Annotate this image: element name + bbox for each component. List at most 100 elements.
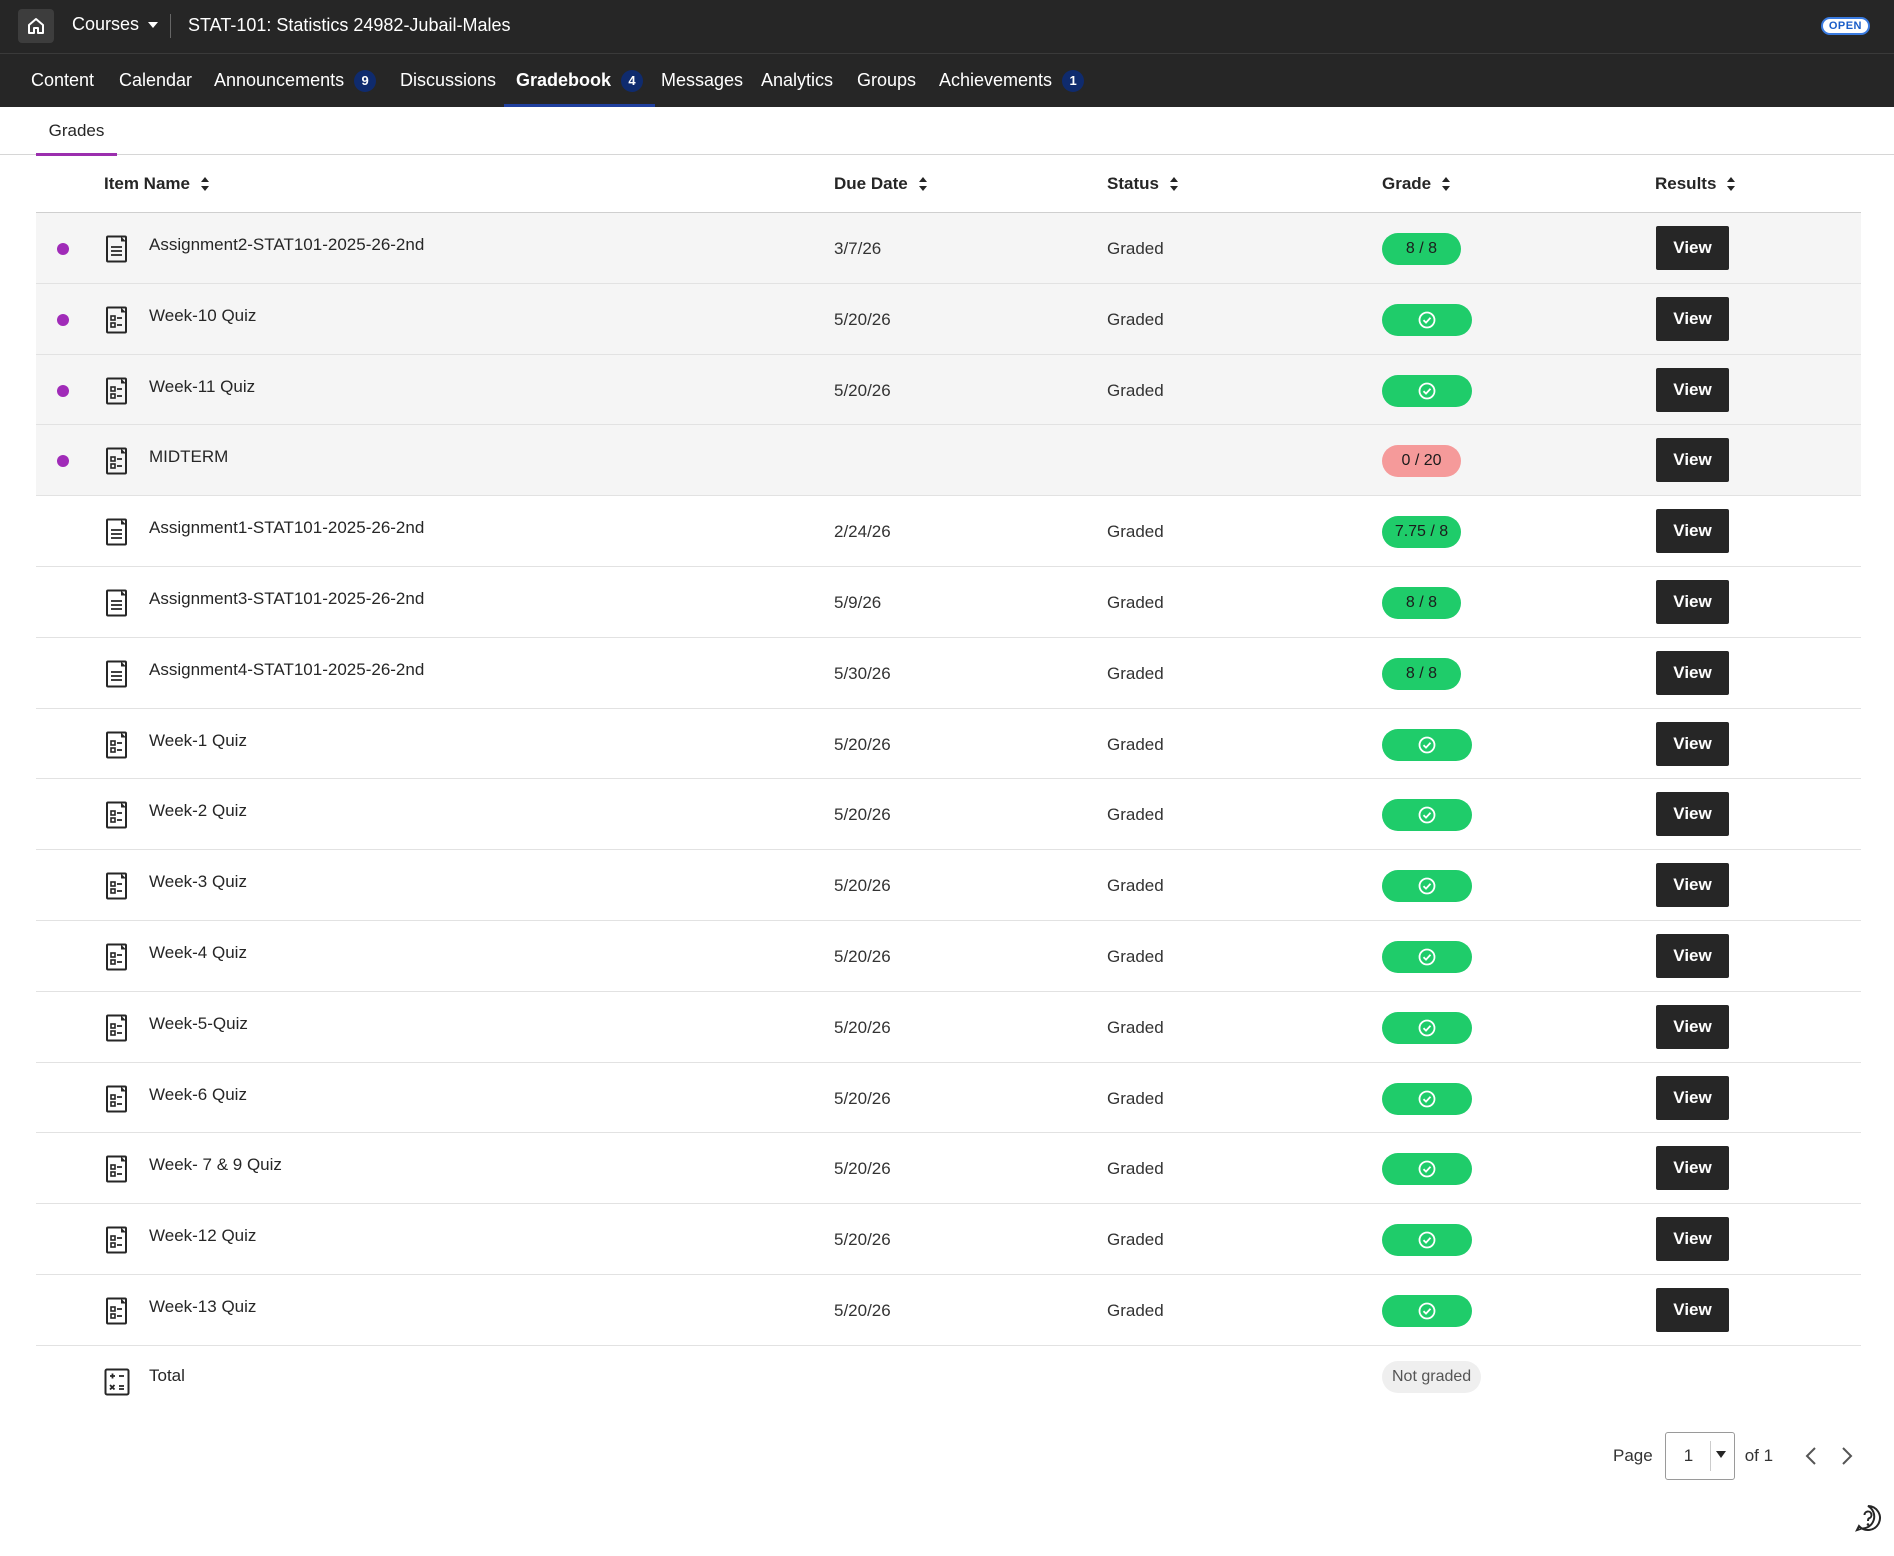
table-row: Week-11 Quiz 5/20/26 Graded View bbox=[36, 354, 1861, 426]
view-results-button[interactable]: View bbox=[1656, 579, 1729, 624]
tab-announcements[interactable]: Announcements 9 bbox=[214, 54, 377, 107]
next-page-button[interactable] bbox=[1829, 1438, 1865, 1474]
tab-grades[interactable]: Grades bbox=[36, 107, 117, 156]
item-name-link[interactable]: Week-4 Quiz bbox=[149, 943, 247, 963]
tab-label: Content bbox=[31, 70, 95, 90]
item-name-link[interactable]: Week-3 Quiz bbox=[149, 872, 247, 892]
view-results-button[interactable]: View bbox=[1656, 1146, 1729, 1191]
page-select[interactable]: 1 bbox=[1664, 1432, 1735, 1480]
check-circle-icon bbox=[1418, 806, 1436, 824]
tab-label: Groups bbox=[857, 70, 917, 90]
check-circle-icon bbox=[1418, 311, 1436, 329]
table-row: Assignment2-STAT101-2025-26-2nd 3/7/26 Gra… bbox=[36, 213, 1861, 284]
item-name-link[interactable]: Assignment3-STAT101-2025-26-2nd bbox=[149, 589, 424, 609]
header-item-name[interactable]: Item Name bbox=[104, 174, 210, 194]
table-row: Assignment3-STAT101-2025-26-2nd 5/9/26 Gra… bbox=[36, 567, 1861, 638]
table-row: Week-6 Quiz 5/20/26 Graded View bbox=[36, 1063, 1861, 1134]
grade-pill bbox=[1382, 1153, 1472, 1186]
page-total: of 1 bbox=[1744, 1446, 1774, 1465]
total-label: Total bbox=[149, 1365, 185, 1385]
tab-groups[interactable]: Groups bbox=[857, 54, 916, 107]
quiz-icon bbox=[106, 447, 127, 475]
header-label: Results bbox=[1655, 174, 1717, 193]
status-text: Graded bbox=[1107, 805, 1164, 825]
item-name-link[interactable]: Week-6 Quiz bbox=[149, 1085, 247, 1105]
caret-down-icon bbox=[1715, 1451, 1726, 1458]
header-label: Item Name bbox=[104, 174, 190, 193]
gradebook-count-badge: 4 bbox=[621, 69, 644, 92]
sort-icon bbox=[918, 177, 927, 191]
check-circle-icon bbox=[1418, 877, 1436, 895]
home-button[interactable] bbox=[18, 9, 54, 43]
grade-pill bbox=[1382, 1082, 1472, 1115]
item-name-link[interactable]: Week-12 Quiz bbox=[149, 1226, 256, 1246]
view-results-button[interactable]: View bbox=[1656, 1004, 1729, 1049]
item-name-link[interactable]: Assignment1-STAT101-2025-26-2nd bbox=[149, 518, 424, 538]
courses-label: Courses bbox=[72, 14, 140, 34]
tab-calendar[interactable]: Calendar bbox=[119, 54, 192, 107]
view-results-button[interactable]: View bbox=[1656, 509, 1729, 554]
gradebook-subtabs: Grades bbox=[0, 107, 1894, 156]
view-results-button[interactable]: View bbox=[1656, 650, 1729, 695]
view-results-button[interactable]: View bbox=[1656, 226, 1729, 270]
item-name-link[interactable]: Week- 7 & 9 Quiz bbox=[149, 1155, 282, 1175]
item-name-link[interactable]: Week-10 Quiz bbox=[149, 306, 256, 326]
view-results-button[interactable]: View bbox=[1656, 367, 1729, 412]
quiz-icon bbox=[106, 731, 127, 759]
grade-pill bbox=[1382, 870, 1472, 903]
calculator-icon bbox=[104, 1368, 130, 1396]
tab-analytics[interactable]: Analytics bbox=[761, 54, 833, 107]
view-results-button[interactable]: View bbox=[1656, 721, 1729, 766]
view-results-button[interactable]: View bbox=[1656, 792, 1729, 837]
due-date: 5/20/26 bbox=[834, 734, 891, 754]
status-text: Graded bbox=[1107, 1088, 1164, 1108]
due-date: 5/20/26 bbox=[834, 380, 891, 400]
achievements-count-badge: 1 bbox=[1062, 69, 1085, 92]
document-icon bbox=[106, 518, 127, 546]
grade-pill bbox=[1382, 1011, 1472, 1044]
view-results-button[interactable]: View bbox=[1656, 1287, 1729, 1332]
table-header: Item Name Due Date Status Grade Results bbox=[36, 155, 1861, 213]
due-date: 5/20/26 bbox=[834, 1088, 891, 1108]
header-status[interactable]: Status bbox=[1107, 174, 1179, 194]
view-results-button[interactable]: View bbox=[1656, 438, 1729, 483]
help-icon[interactable] bbox=[1854, 1504, 1882, 1532]
view-results-button[interactable]: View bbox=[1656, 1217, 1729, 1262]
due-date: 5/20/26 bbox=[834, 1159, 891, 1179]
item-name-link[interactable]: Week-5-Quiz bbox=[149, 1014, 248, 1034]
item-name-link[interactable]: Assignment2-STAT101-2025-26-2nd bbox=[149, 235, 424, 255]
header-label: Grade bbox=[1382, 174, 1432, 193]
item-name-link[interactable]: Week-1 Quiz bbox=[149, 731, 247, 751]
tab-gradebook[interactable]: Gradebook 4 bbox=[503, 54, 656, 107]
header-results[interactable]: Results bbox=[1655, 174, 1736, 194]
grade-pill: 8 / 8 bbox=[1382, 657, 1461, 690]
courses-menu[interactable]: Courses bbox=[72, 14, 159, 35]
status-text: Graded bbox=[1107, 734, 1164, 754]
tab-discussions[interactable]: Discussions bbox=[400, 54, 496, 107]
tab-label: Gradebook bbox=[516, 70, 612, 90]
due-date: 5/20/26 bbox=[834, 805, 891, 825]
previous-page-button[interactable] bbox=[1793, 1438, 1829, 1474]
view-results-button[interactable]: View bbox=[1656, 933, 1729, 978]
due-date: 5/20/26 bbox=[834, 876, 891, 896]
status-text: Graded bbox=[1107, 1300, 1164, 1320]
item-name-link[interactable]: Week-2 Quiz bbox=[149, 801, 247, 821]
tab-messages[interactable]: Messages bbox=[661, 54, 743, 107]
item-name-link[interactable]: MIDTERM bbox=[149, 447, 228, 467]
header-due-date[interactable]: Due Date bbox=[834, 174, 928, 194]
item-name-link[interactable]: Week-11 Quiz bbox=[149, 377, 255, 397]
view-results-button[interactable]: View bbox=[1656, 1075, 1729, 1120]
header-label: Due Date bbox=[834, 174, 908, 193]
status-text: Graded bbox=[1107, 1230, 1164, 1250]
document-icon bbox=[106, 660, 127, 688]
tab-achievements[interactable]: Achievements 1 bbox=[939, 54, 1085, 107]
document-icon bbox=[106, 235, 127, 263]
quiz-icon bbox=[106, 872, 127, 900]
view-results-button[interactable]: View bbox=[1656, 863, 1729, 908]
header-grade[interactable]: Grade bbox=[1382, 174, 1451, 194]
tab-content[interactable]: Content bbox=[31, 54, 94, 107]
view-results-button[interactable]: View bbox=[1656, 296, 1729, 341]
item-name-link[interactable]: Assignment4-STAT101-2025-26-2nd bbox=[149, 660, 424, 680]
due-date: 3/7/26 bbox=[834, 239, 882, 258]
item-name-link[interactable]: Week-13 Quiz bbox=[149, 1297, 256, 1317]
